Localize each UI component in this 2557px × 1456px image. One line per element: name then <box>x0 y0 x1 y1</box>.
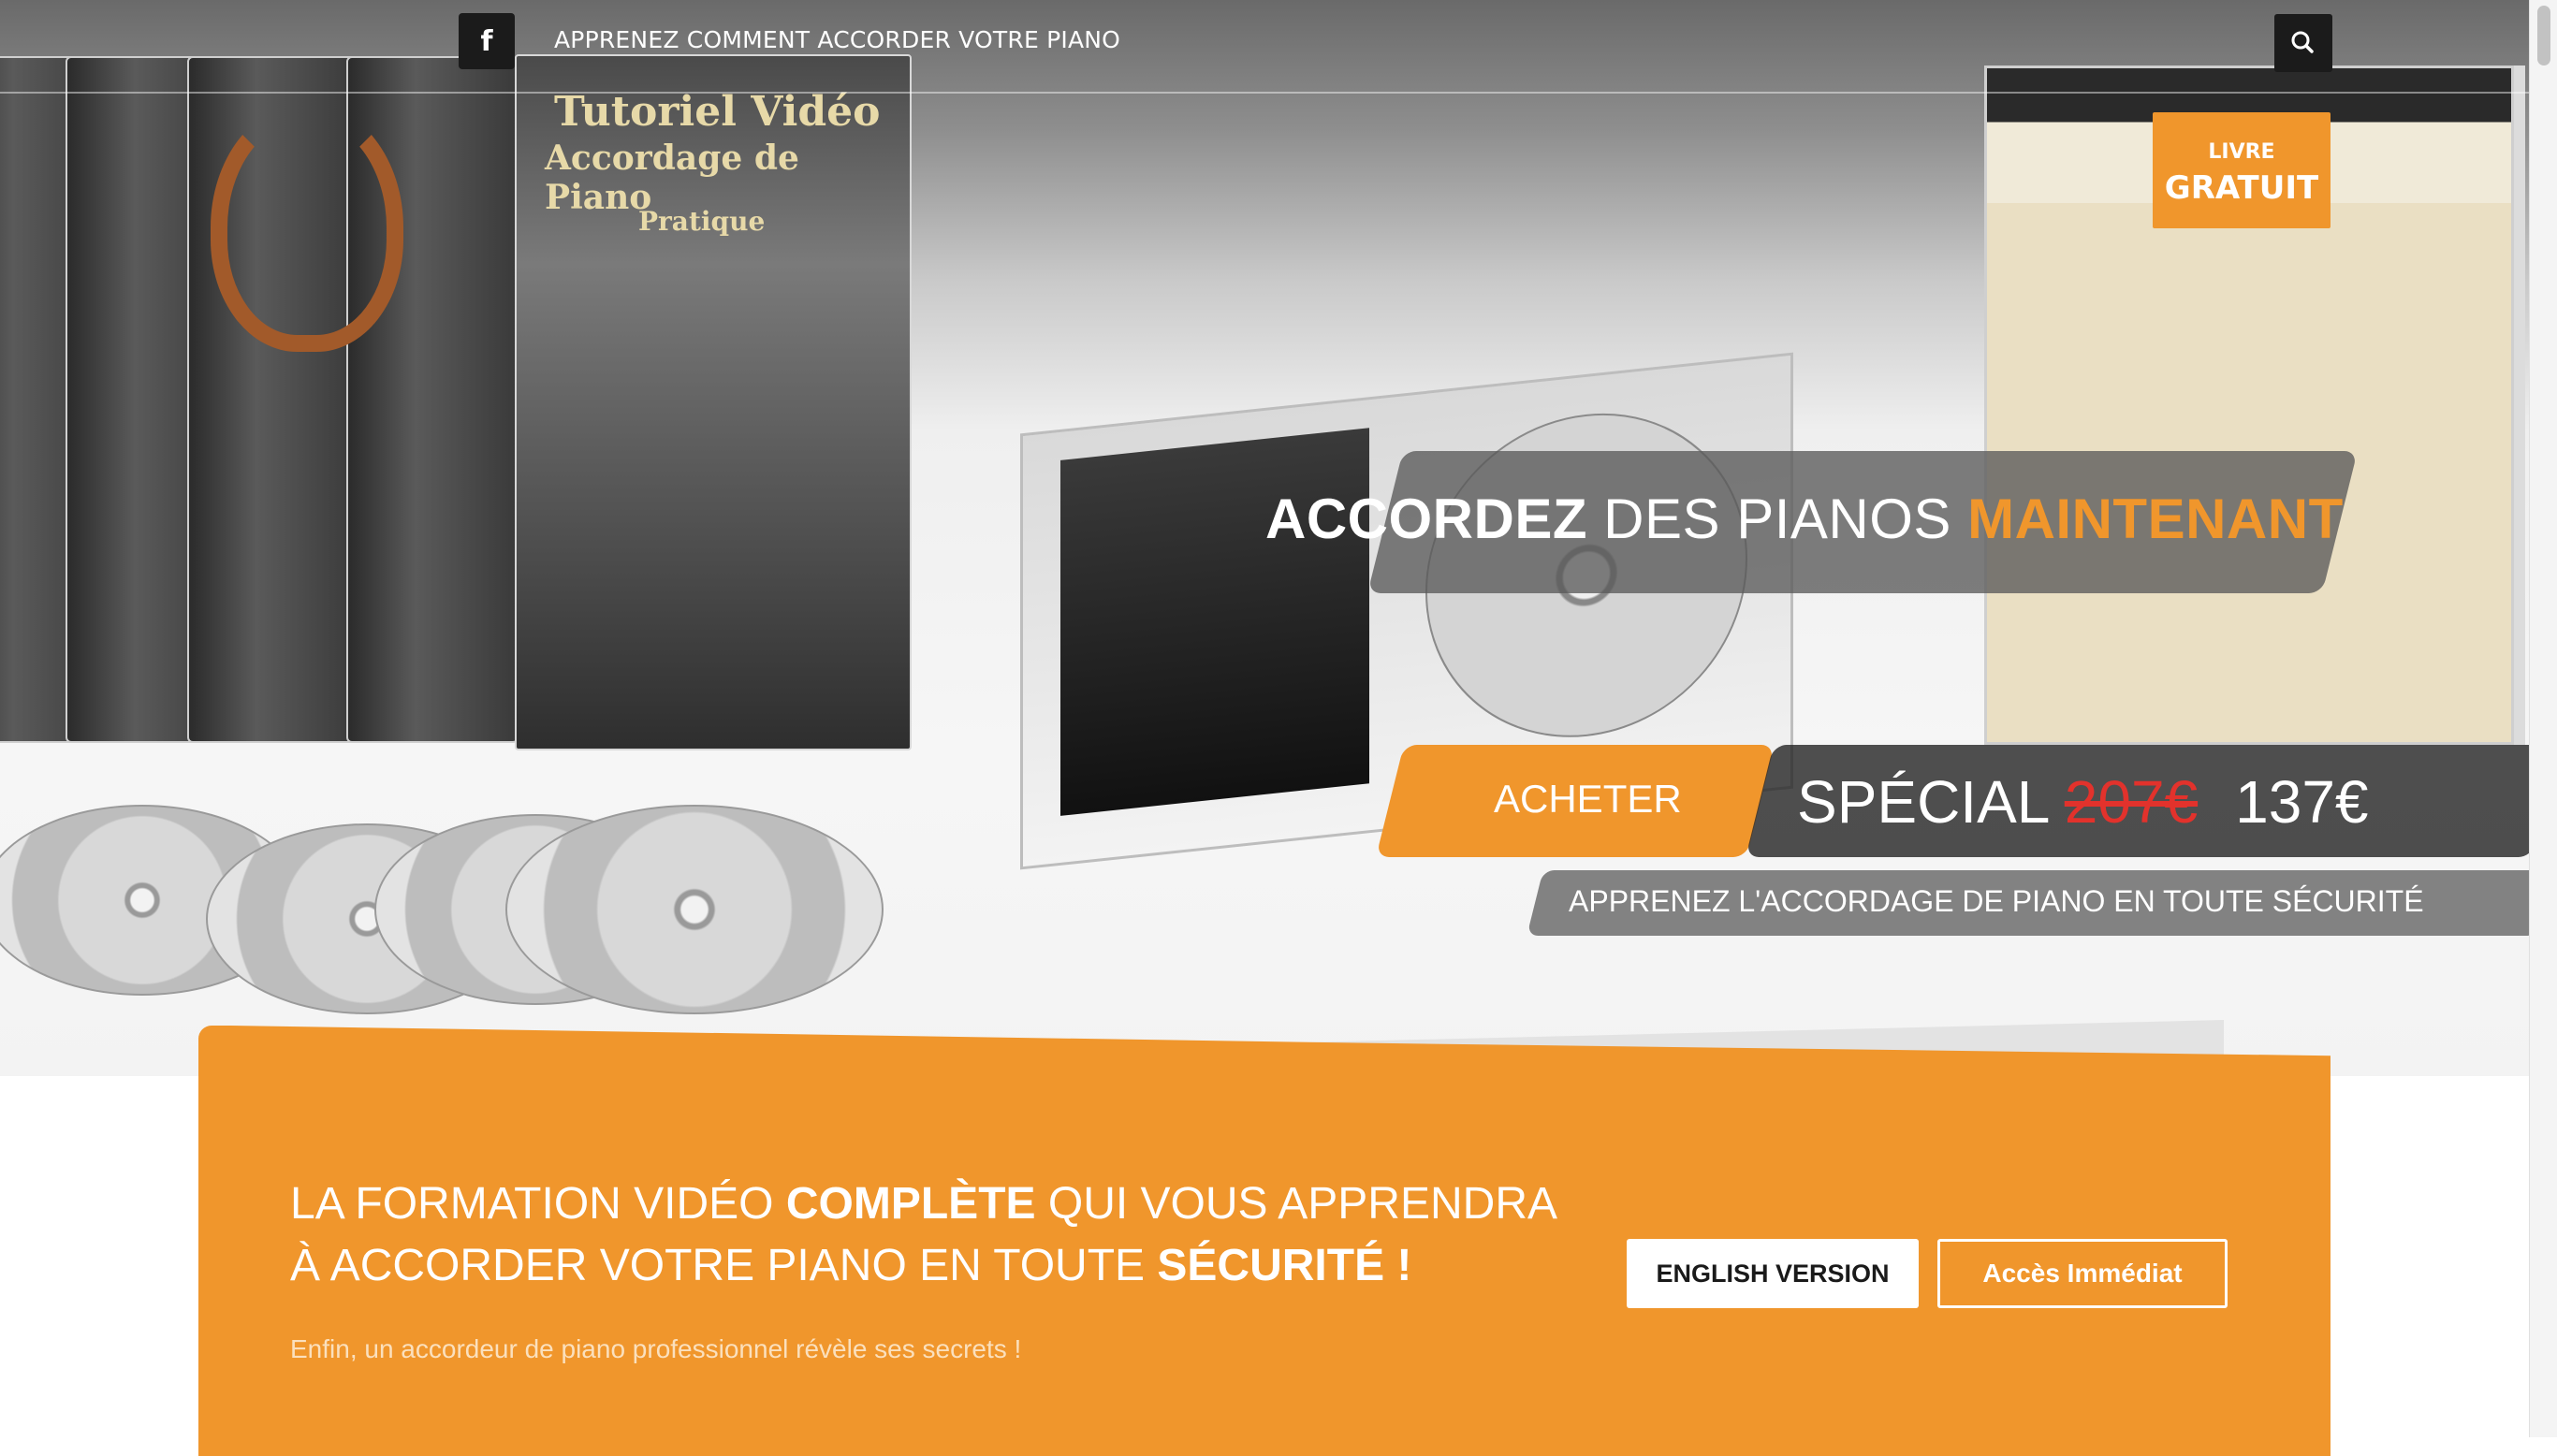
promo-title-part-1: LA FORMATION VIDÉO <box>290 1179 786 1229</box>
product-dvd-set: Tutoriel Vidéo Accordage de Piano Pratiq… <box>0 0 936 1029</box>
page-scrollbar[interactable] <box>2529 0 2557 1437</box>
scrollbar-thumb[interactable] <box>2537 6 2550 66</box>
headline-middle: DES PIANOS <box>1587 488 1968 550</box>
promo-title-bold-1: COMPLÈTE <box>785 1179 1036 1229</box>
hero-subline: APPRENEZ L'ACCORDAGE DE PIANO EN TOUTE S… <box>1569 884 2424 918</box>
immediate-access-button[interactable]: Accès Immédiat <box>1937 1239 2228 1308</box>
headline-bold: ACCORDEZ <box>1265 488 1587 550</box>
dvd-front-cover: Tutoriel Vidéo Accordage de Piano Pratiq… <box>515 54 912 750</box>
price-label: SPÉCIAL <box>1797 768 2065 836</box>
promo-subtitle: Enfin, un accordeur de piano professionn… <box>290 1334 1022 1363</box>
dvd-label: Pratique <box>638 206 766 237</box>
dvd-disc <box>505 805 884 1014</box>
old-price: 207€ <box>2064 768 2199 836</box>
free-book-badge[interactable]: LIVRE GRATUIT <box>2153 112 2331 228</box>
top-navigation-bar: f APPRENEZ COMMENT ACCORDER VOTRE PIANO <box>0 0 2529 94</box>
search-button[interactable] <box>2274 14 2332 72</box>
promo-title-bold-2: SÉCURITÉ ! <box>1157 1241 1412 1290</box>
promo-title: LA FORMATION VIDÉO COMPLÈTE QUI VOUS APP… <box>290 1173 1582 1297</box>
headline-accent: MAINTENANT <box>1967 488 2344 550</box>
price-display: SPÉCIAL 207€ 137€ <box>1797 767 2369 837</box>
hero-headline: ACCORDEZ DES PIANOS MAINTENANT <box>1265 487 2344 551</box>
buy-button-label[interactable]: ACHETER <box>1494 777 1682 822</box>
search-icon <box>2291 31 2314 53</box>
english-version-button[interactable]: ENGLISH VERSION <box>1627 1239 1919 1308</box>
facebook-icon[interactable]: f <box>459 13 515 69</box>
badge-line-1: LIVRE <box>2208 140 2275 164</box>
site-tagline: APPRENEZ COMMENT ACCORDER VOTRE PIANO <box>554 26 1121 53</box>
new-price: 137€ <box>2235 768 2369 836</box>
lyre-logo-icon <box>211 103 403 352</box>
hero-banner: Tutoriel Vidéo Accordage de Piano Pratiq… <box>0 0 2529 1076</box>
dvd-title: Tutoriel Vidéo <box>554 88 881 136</box>
badge-line-2: GRATUIT <box>2164 169 2319 207</box>
